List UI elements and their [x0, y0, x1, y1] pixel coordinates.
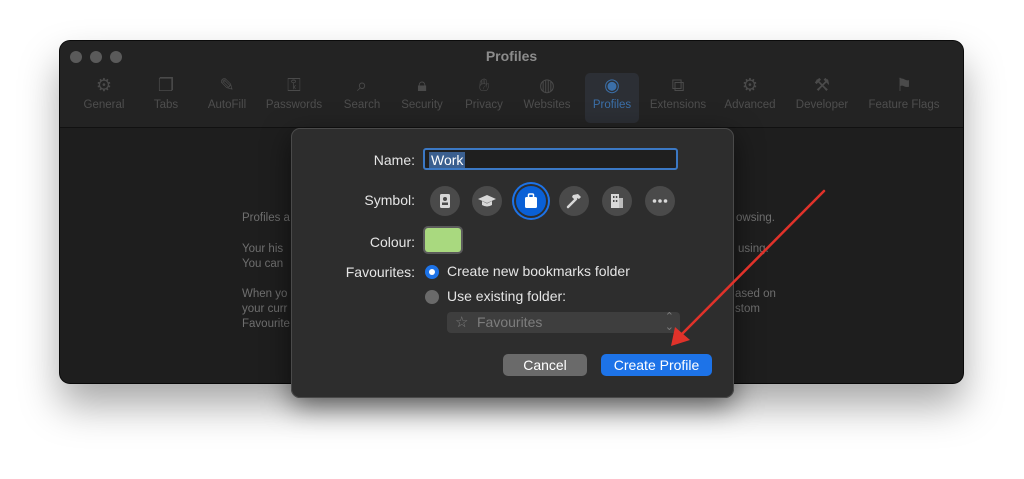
- annotation-arrow-icon: [671, 189, 826, 346]
